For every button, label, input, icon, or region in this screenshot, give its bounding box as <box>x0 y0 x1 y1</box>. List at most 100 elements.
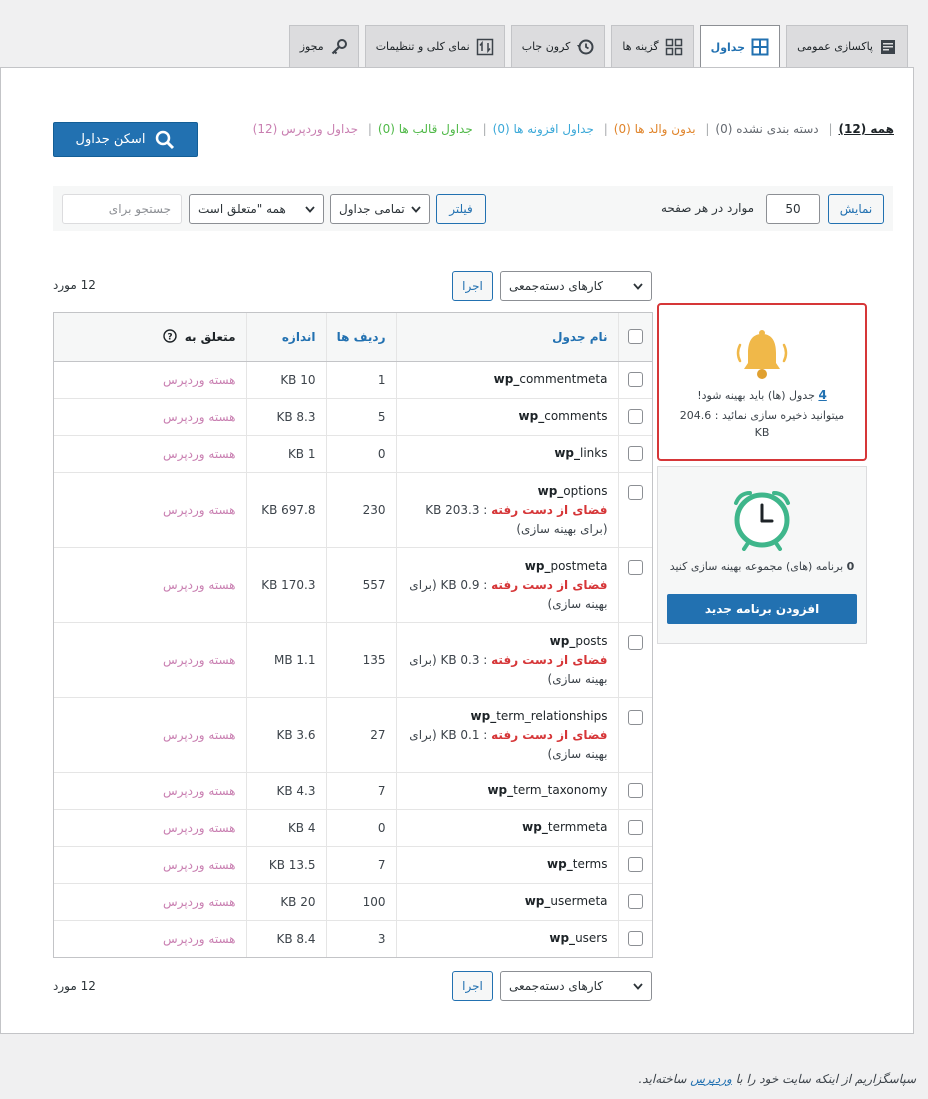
row-checkbox[interactable] <box>627 820 643 835</box>
filter-uncategorized[interactable]: دسته بندی نشده (0) <box>715 122 818 136</box>
row-count: 135 <box>325 621 396 697</box>
wordpress-link[interactable]: وردپرس <box>690 1072 732 1086</box>
add-schedule-button[interactable]: افزودن برنامه جدید <box>667 594 857 624</box>
footer-credit: سپاسگزاریم از اینکه سایت خود را با وردپر… <box>638 1072 916 1086</box>
table-row: wp_options فضای از دست رفته : KB 203.3 (بر… <box>54 471 652 547</box>
row-checkbox[interactable] <box>627 484 643 500</box>
row-checkbox[interactable] <box>627 372 643 387</box>
svg-text:?: ? <box>167 333 172 343</box>
lost-space-note: بهینه سازی) <box>547 596 608 611</box>
clock-history-icon <box>577 39 594 54</box>
tab-tables[interactable]: جداول <box>699 25 781 68</box>
row-checkbox[interactable] <box>627 894 643 909</box>
filter-orphans[interactable]: بدون والد ها (0) <box>614 122 696 136</box>
item-count-bottom: 12 مورد <box>53 979 96 993</box>
search-input[interactable] <box>62 194 182 224</box>
lost-space-info: فضای از دست رفته : KB 0.3 (برای بهینه ساز… <box>407 651 608 689</box>
row-checkbox[interactable] <box>627 446 643 461</box>
scan-tables-button[interactable]: اسکن جداول <box>53 122 198 157</box>
table-row: wp_terms 7 KB 13.5 هسته وردپرس <box>54 845 652 883</box>
lost-space-label: فضای از دست رفته <box>491 727 608 742</box>
key-icon <box>331 38 347 54</box>
lost-space-note: (برای بهینه سازی) <box>516 521 608 536</box>
filter-toolbar: نمایش موارد در هر صفحه فیلتر تمامی جداول… <box>53 186 893 231</box>
row-count: 7 <box>325 771 396 809</box>
row-checkbox[interactable] <box>627 857 643 872</box>
table-name: wp_term_relationships <box>470 708 608 723</box>
per-page-input[interactable] <box>766 194 820 224</box>
table-size: KB 8.3 <box>245 397 326 435</box>
table-size: MB 1.1 <box>245 621 326 697</box>
column-name[interactable]: نام جدول <box>395 313 618 362</box>
tables-select[interactable]: تمامی جداول <box>330 194 430 224</box>
search-icon <box>156 130 175 149</box>
bell-icon <box>736 330 788 379</box>
row-count: 3 <box>325 919 396 957</box>
belongs-to: هسته وردپرس <box>163 372 236 387</box>
row-checkbox[interactable] <box>627 783 643 798</box>
footer-text: سپاسگزاریم از اینکه سایت خود را با <box>731 1072 916 1086</box>
tab-label: نمای کلی و تنظیمات <box>375 40 470 53</box>
chevron-down-icon <box>411 205 421 213</box>
belongs-to: هسته وردپرس <box>54 919 246 957</box>
table-size: KB 1 <box>245 434 326 472</box>
chevron-down-icon <box>633 282 643 290</box>
lost-space-value: : KB 203.3 <box>425 502 492 517</box>
belongs-to: هسته وردپرس <box>54 434 246 472</box>
table-size: KB 20 <box>245 882 326 920</box>
tables-to-optimize-link[interactable]: 4 <box>818 388 826 402</box>
belongs-to: هسته وردپرس <box>54 771 246 809</box>
lost-space-note: بهینه سازی) <box>547 671 608 686</box>
filter-wordpress-tables[interactable]: جداول وردپرس (12) <box>253 122 358 136</box>
table-row: wp_usermeta 100 KB 20 هسته وردپرس <box>54 882 652 920</box>
table-size: KB 8.4 <box>245 919 326 957</box>
table-name: wp_users <box>549 931 608 946</box>
select-all-checkbox[interactable] <box>627 329 643 345</box>
alert-saving: میتوانید ذخیره سازی نمائید : 204.6 KB <box>679 409 845 439</box>
table-name: wp_options <box>537 483 608 498</box>
optimize-alert-card: 4 جدول (ها) باید بهینه شود! میتوانید ذخی… <box>657 303 867 461</box>
column-rows[interactable]: ردیف ها <box>325 313 396 362</box>
tab-cron-jobs[interactable]: کرون جاب <box>510 25 606 67</box>
table-name: wp_comments <box>518 409 608 423</box>
apply-button-top[interactable]: اجرا <box>452 271 493 301</box>
tab-license[interactable]: مجوز <box>288 25 359 67</box>
apply-button-bottom[interactable]: اجرا <box>452 971 493 1001</box>
belongs-select[interactable]: همه "متعلق است <box>189 194 324 224</box>
table-row: wp_users 3 KB 8.4 هسته وردپرس <box>54 919 652 957</box>
column-size[interactable]: اندازه <box>245 313 326 362</box>
row-count: 230 <box>325 471 396 547</box>
row-checkbox[interactable] <box>627 559 643 575</box>
document-icon <box>881 39 895 54</box>
filter-theme-tables[interactable]: جداول قالب ها (0) <box>378 122 473 136</box>
belongs-to: هسته وردپرس <box>54 397 246 435</box>
row-checkbox[interactable] <box>627 709 643 725</box>
belongs-to: هسته وردپرس <box>54 471 246 547</box>
table-name: wp_term_taxonomy <box>487 783 608 797</box>
row-checkbox[interactable] <box>627 409 643 424</box>
chevron-down-icon <box>633 982 643 990</box>
tables-list: نام جدول ردیف ها اندازه متعلق به ? wp_co… <box>53 312 653 958</box>
filter-links: همه (12)| دسته بندی نشده (0)| بدون والد … <box>252 122 895 136</box>
bulk-actions-select-top[interactable]: کارهای دسته‌جمعی <box>500 271 652 301</box>
show-button[interactable]: نمایش <box>828 194 884 224</box>
lost-space-label: فضای از دست رفته <box>491 502 608 517</box>
tab-label: مجوز <box>299 40 324 53</box>
tab-options[interactable]: گزینه ها <box>611 25 694 67</box>
belongs-to: هسته وردپرس <box>54 845 246 883</box>
row-checkbox[interactable] <box>627 634 643 650</box>
filter-plugin-tables[interactable]: جداول افزونه ها (0) <box>493 122 594 136</box>
row-count: 27 <box>325 696 396 772</box>
tab-label: کرون جاب <box>521 40 571 53</box>
tab-overview-settings[interactable]: نمای کلی و تنظیمات <box>364 25 505 67</box>
column-belongs-label: متعلق به <box>184 330 236 345</box>
bulk-actions-select-bottom[interactable]: کارهای دسته‌جمعی <box>500 971 652 1001</box>
row-checkbox[interactable] <box>627 931 643 947</box>
sort-arrows-icon <box>476 38 493 55</box>
lost-space-label: فضای از دست رفته <box>491 577 608 592</box>
alarm-clock-icon <box>734 491 790 551</box>
filter-all[interactable]: همه (12) <box>839 122 895 136</box>
tab-general-cleanup[interactable]: پاکسازی عمومی <box>786 25 908 67</box>
help-icon[interactable]: ? <box>162 329 177 343</box>
filter-button[interactable]: فیلتر <box>436 194 486 224</box>
